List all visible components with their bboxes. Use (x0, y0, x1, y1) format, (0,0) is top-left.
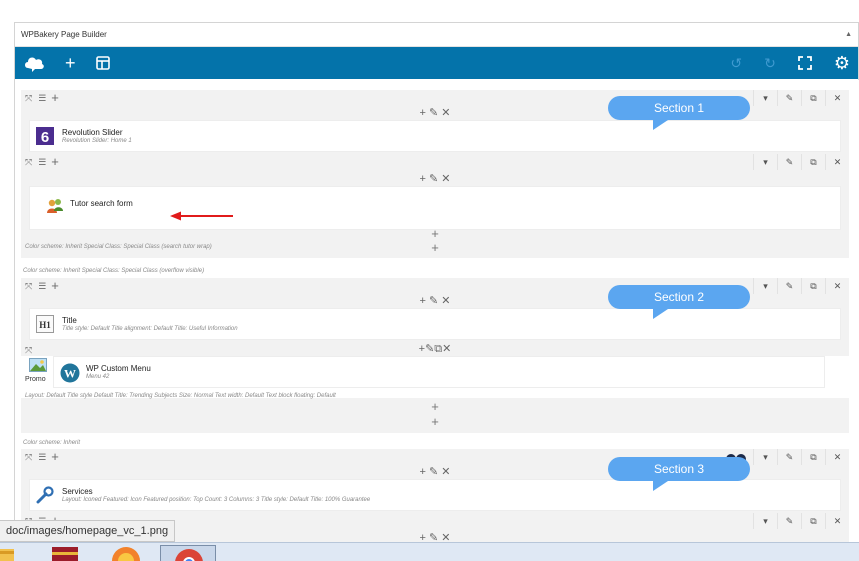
builder-title: WPBakery Page Builder (21, 30, 107, 39)
row-move-icon[interactable]: ⤧ (25, 279, 32, 293)
row-params: Color scheme: Inherit Special Class: Spe… (23, 268, 205, 274)
row-delete-icon[interactable]: ✕ (825, 90, 849, 106)
inner-row-move-icon[interactable]: ⤧ (25, 155, 32, 169)
inner-column-controls[interactable]: + ✎ ✕ (21, 172, 849, 185)
promo-image-icon (29, 358, 47, 377)
builder-toolbar: + ↺ ↻ ⚙ (15, 47, 858, 79)
revolution-slider-element[interactable]: 6 Revolution Slider Revolution Slider: H… (29, 120, 841, 152)
callout-section-1: Section 1 (608, 96, 750, 130)
inner-row-head: ⤧ ☰ + ▾ ✎ ⧉ ✕ (21, 154, 849, 170)
chrome-icon[interactable] (160, 545, 216, 561)
element-params: Menu 42 (86, 374, 110, 380)
callout-section-3: Section 3 (608, 457, 750, 491)
page-builder-panel: WPBakery Page Builder ▲ + ↺ ↻ ⚙ ⤧ ☰ + ▾ … (14, 22, 859, 561)
element-name: Revolution Slider (62, 128, 123, 137)
inner-row-clone-icon[interactable]: ⧉ (801, 513, 825, 529)
add-element-icon[interactable]: + (21, 399, 849, 414)
builder-canvas: ⤧ ☰ + ▾ ✎ ⧉ ✕ + ✎ ✕ 6 Revolution Slider … (15, 80, 859, 561)
element-name: WP Custom Menu (86, 364, 151, 373)
add-element-icon[interactable]: + (65, 54, 76, 72)
inner-row-delete-icon[interactable]: ✕ (825, 154, 849, 170)
element-params: Layout: Iconed Featured: Icon Featured p… (62, 497, 371, 503)
row-toggle-icon[interactable]: ▾ (753, 449, 777, 465)
inner-row-toggle-icon[interactable]: ▾ (753, 154, 777, 170)
templates-icon[interactable] (95, 56, 110, 70)
row-add-column-icon[interactable]: + (51, 91, 59, 105)
browser-status-url: doc/images/homepage_vc_1.png (0, 520, 176, 542)
title-element[interactable]: H1 Title Title style: Default Title alig… (29, 308, 841, 340)
element-params: Title style: Default Title alignment: De… (62, 326, 238, 332)
undo-icon[interactable]: ↺ (730, 56, 742, 70)
fullscreen-icon[interactable] (797, 56, 812, 70)
row-clone-icon[interactable]: ⧉ (801, 90, 825, 106)
row-add-column-icon[interactable]: + (51, 450, 59, 464)
row-delete-icon[interactable]: ✕ (825, 278, 849, 294)
redo-icon[interactable]: ↻ (764, 56, 776, 70)
inner-row-drag-icon[interactable]: ☰ (38, 155, 46, 169)
settings-gear-icon[interactable]: ⚙ (834, 54, 850, 72)
row-edit-icon[interactable]: ✎ (777, 449, 801, 465)
cloud-logo-icon[interactable] (23, 54, 45, 72)
builder-titlebar: WPBakery Page Builder ▲ (15, 23, 858, 47)
inner-row-add-icon[interactable]: + (51, 155, 59, 169)
collapse-toggle-icon[interactable]: ▲ (845, 31, 852, 38)
inner-row-toggle-icon[interactable]: ▾ (753, 513, 777, 529)
inner-column-controls[interactable]: +✎⧉✕ (21, 342, 849, 356)
svg-text:H1: H1 (39, 320, 51, 330)
services-element[interactable]: Services Layout: Iconed Featured: Icon F… (29, 479, 841, 511)
row-toggle-icon[interactable]: ▾ (753, 278, 777, 294)
inner-row-clone-icon[interactable]: ⧉ (801, 154, 825, 170)
element-name: Tutor search form (70, 199, 133, 208)
inner-column-wrapper: Promo W WP Custom Menu Menu 42 (21, 356, 849, 398)
row-clone-icon[interactable]: ⧉ (801, 278, 825, 294)
inner-row-edit-icon[interactable]: ✎ (777, 154, 801, 170)
tutor-search-form-element[interactable]: Tutor search form (29, 186, 841, 230)
revolution-slider-icon: 6 (36, 127, 54, 146)
file-explorer-icon[interactable] (0, 545, 16, 561)
row-drag-icon[interactable]: ☰ (38, 450, 46, 464)
row-delete-icon[interactable]: ✕ (825, 449, 849, 465)
firefox-icon[interactable] (110, 545, 142, 561)
promo-label: Promo (25, 376, 46, 383)
element-name: Title (62, 316, 77, 325)
windows-taskbar (0, 542, 859, 561)
callout-section-2: Section 2 (608, 285, 750, 319)
row-edit-icon[interactable]: ✎ (777, 278, 801, 294)
row-drag-icon[interactable]: ☰ (38, 279, 46, 293)
row-move-icon[interactable]: ⤧ (25, 450, 32, 464)
page: WPBakery Page Builder ▲ + ↺ ↻ ⚙ ⤧ ☰ + ▾ … (0, 0, 859, 561)
users-icon (46, 197, 64, 215)
inner-row-delete-icon[interactable]: ✕ (825, 513, 849, 529)
element-name: Services (62, 487, 93, 496)
inner-row-edit-icon[interactable]: ✎ (777, 513, 801, 529)
element-params: Revolution Slider: Home 1 (62, 138, 132, 144)
row-add-column-icon[interactable]: + (51, 279, 59, 293)
row-edit-icon[interactable]: ✎ (777, 90, 801, 106)
row-params: Color scheme: Inherit (23, 440, 81, 446)
red-arrow-icon (170, 211, 233, 221)
add-element-icon[interactable]: + (21, 414, 849, 429)
row-toggle-icon[interactable]: ▾ (753, 90, 777, 106)
add-element-icon[interactable]: + (21, 226, 849, 241)
row-drag-icon[interactable]: ☰ (38, 91, 46, 105)
svg-text:W: W (64, 367, 76, 381)
wrench-icon (36, 486, 54, 504)
row-clone-icon[interactable]: ⧉ (801, 449, 825, 465)
heading-icon: H1 (36, 315, 54, 333)
archive-app-icon[interactable] (50, 545, 80, 561)
wp-custom-menu-element[interactable]: W WP Custom Menu Menu 42 (53, 356, 825, 388)
row-move-icon[interactable]: ⤧ (25, 91, 32, 105)
add-element-icon[interactable]: + (21, 240, 849, 255)
svg-text:6: 6 (41, 129, 49, 145)
wordpress-icon: W (60, 363, 80, 388)
